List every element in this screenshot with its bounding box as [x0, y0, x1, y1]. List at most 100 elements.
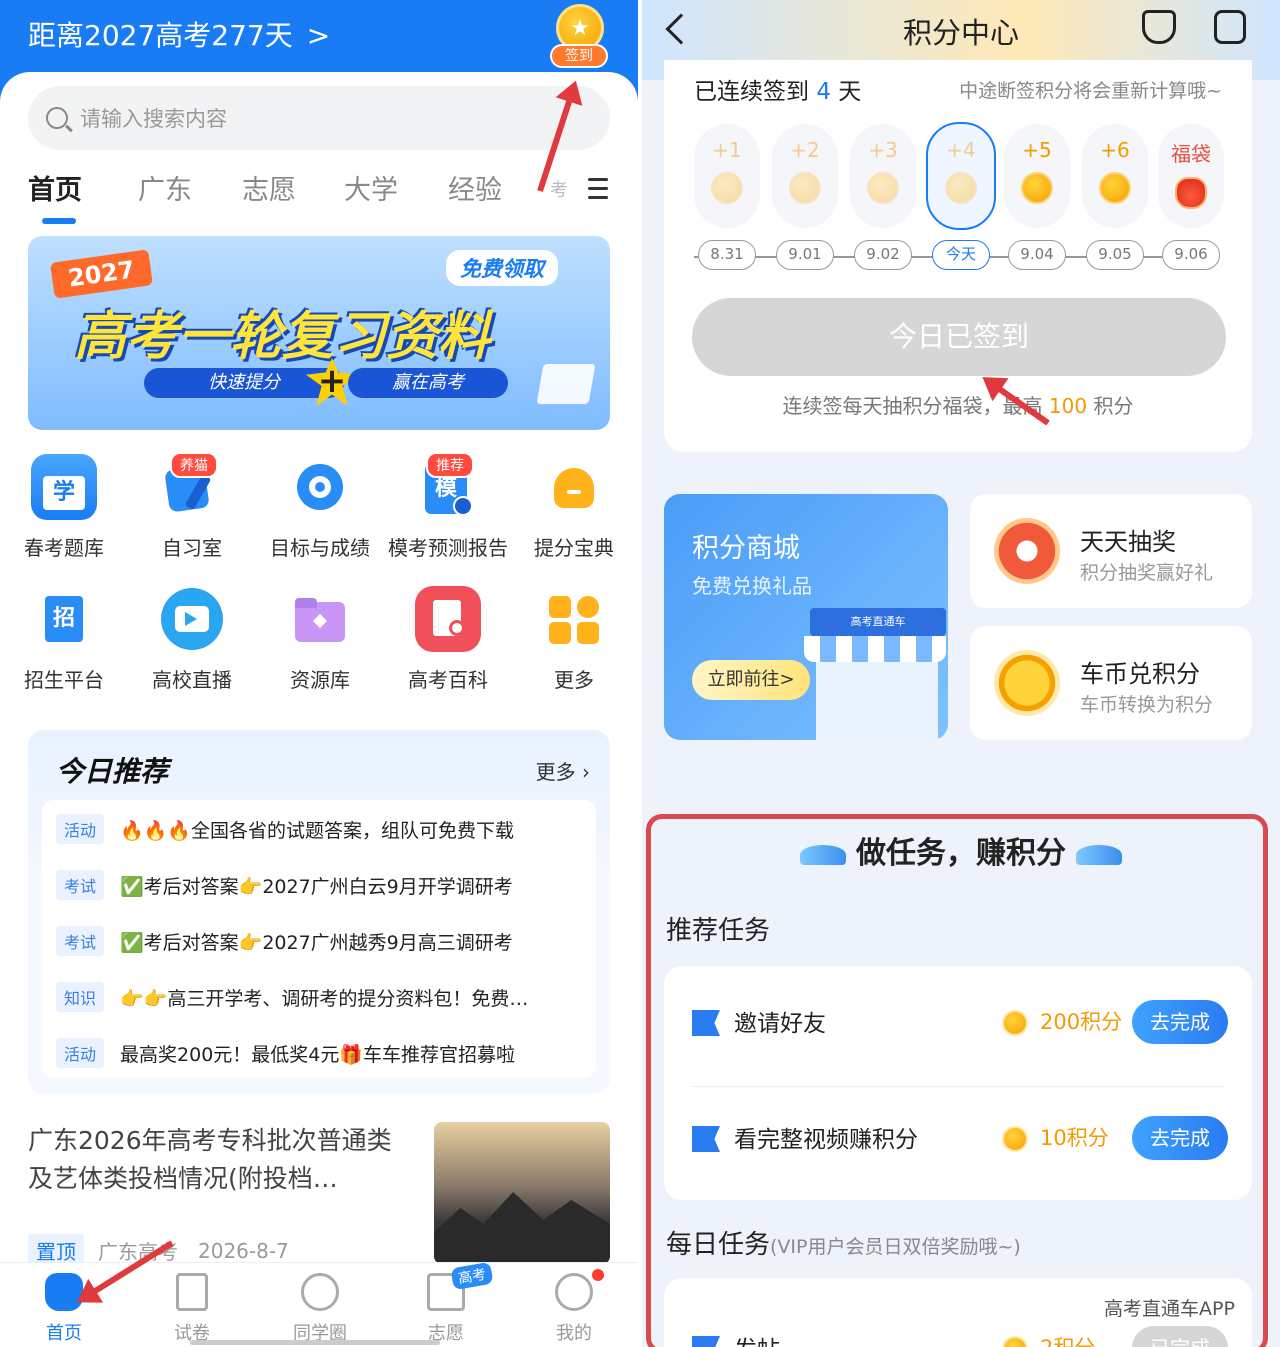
banner-year: 2027: [49, 249, 153, 299]
signin-card: 已连续签到 4 天 中途断签积分将会重新计算哦~ +1 +2 +3 +4 +5 …: [664, 60, 1252, 452]
page-title: 积分中心: [902, 16, 1019, 50]
target-icon: [287, 454, 353, 520]
grid-label: 提分宝典: [534, 536, 614, 560]
search-icon: [46, 107, 68, 129]
streak-hint: 中途断签积分将会重新计算哦~: [959, 80, 1222, 102]
date-pill-today: 今天: [932, 240, 990, 270]
exam-countdown[interactable]: 距离2027高考277天 >: [28, 14, 330, 54]
grid-label: 高考百科: [408, 668, 488, 692]
coin-icon: [711, 172, 743, 204]
more-text: 更多: [535, 760, 576, 784]
grid-item-goals[interactable]: 目标与成绩: [256, 454, 384, 561]
grid-item-mock-report[interactable]: 模 推荐 模考预测报告: [384, 452, 512, 561]
lucky-bag-hint: 连续签每天抽积分福袋，最高 100 积分: [664, 390, 1252, 419]
coin-icon: [1099, 172, 1131, 204]
points-mall-card[interactable]: 积分商城 免费兑换礼品 高考直通车 立即前往>: [664, 494, 948, 740]
day-slot: +6: [1082, 124, 1148, 228]
lucky-prefix: 连续签每天抽积分福袋，最高: [782, 394, 1043, 418]
banner-right-pill: 赢在高考: [348, 368, 508, 398]
grid-label: 自习室: [162, 536, 222, 560]
paper-icon: [176, 1273, 208, 1311]
tab-underline: [42, 218, 76, 224]
recommend-list: 活动 🔥🔥🔥全国各省的试题答案，组队可免费下载 考试 ✅考后对答案👉2027广州白云…: [42, 800, 596, 1078]
grid-label: 目标与成绩: [270, 536, 370, 560]
day-slot: +1: [694, 124, 760, 228]
mall-go-button[interactable]: 立即前往>: [692, 660, 810, 700]
day-points: 福袋: [1171, 142, 1211, 166]
enroll-glyph: 招: [45, 596, 83, 642]
nav-zhiyuan[interactable]: 高考 志愿: [396, 1261, 496, 1345]
star-coin-icon: [994, 650, 1060, 716]
streak-days: 4: [816, 79, 831, 105]
tab-experience[interactable]: 经验: [448, 168, 502, 207]
profile-icon: [555, 1273, 593, 1311]
date-pill: 9.04: [1008, 240, 1066, 270]
list-item[interactable]: 活动 🔥🔥🔥全国各省的试题答案，组队可免费下载: [56, 812, 514, 846]
shield-icon[interactable]: [1142, 10, 1176, 44]
grid-item-live[interactable]: 高校直播: [128, 586, 256, 693]
mall-subtitle: 免费兑换礼品: [692, 574, 812, 598]
tab-exam-partial[interactable]: 考: [550, 176, 568, 202]
list-item[interactable]: 活动 最高奖200元！最低奖4元🎁车车推荐官招募啦: [56, 1036, 515, 1070]
lottery-card[interactable]: 天天抽奖 积分抽奖赢好礼: [970, 494, 1252, 608]
chat-icon: [301, 1273, 339, 1311]
coin-icon: [1021, 172, 1053, 204]
news-date: 2026-8-7: [198, 1238, 289, 1263]
news-title: 广东2026年高考专科批次普通类及艺体类投档情况(附投档…: [28, 1126, 392, 1193]
list-item[interactable]: 知识 👉👉高三开学考、调研考的提分资料包！免费…: [56, 980, 528, 1014]
item-tag: 考试: [56, 926, 105, 956]
day-slot-today: +4: [926, 122, 996, 230]
lottery-title: 天天抽奖: [1080, 528, 1176, 556]
grid-item-tips[interactable]: 提分宝典: [510, 454, 638, 561]
exchange-card[interactable]: 车币兑积分 车币转换为积分: [970, 626, 1252, 740]
day-points: +6: [1100, 138, 1130, 162]
menu-icon[interactable]: [588, 178, 608, 200]
grid-item-resources[interactable]: 资源库: [256, 586, 384, 693]
day-slot: +2: [772, 124, 838, 228]
news-item[interactable]: 广东2026年高考专科批次普通类及艺体类投档情况(附投档… 置顶 广东高考 20…: [28, 1122, 610, 1267]
book-icon: [536, 364, 596, 404]
day-points: +1: [712, 138, 742, 162]
date-pill: 9.06: [1162, 240, 1220, 270]
study-glyph: 学: [43, 476, 85, 510]
coin-icon: [789, 172, 821, 204]
grid-item-study-room[interactable]: 养猫 自习室: [128, 452, 256, 561]
banner-headline: 高考一轮复习资料: [74, 307, 491, 367]
recommend-more-link[interactable]: 更多 ›: [536, 756, 590, 785]
grid-item-enroll[interactable]: 招 招生平台: [0, 586, 128, 693]
day-points: +3: [868, 138, 898, 162]
tab-university[interactable]: 大学: [344, 168, 398, 207]
mall-title: 积分商城: [692, 533, 800, 564]
item-tag: 活动: [56, 814, 105, 844]
notification-dot: [592, 1269, 604, 1281]
tab-zhiyuan[interactable]: 志愿: [242, 168, 296, 207]
nav-papers[interactable]: 试卷: [142, 1273, 242, 1345]
nav-classmates[interactable]: 同学圈: [270, 1273, 370, 1345]
list-item[interactable]: 考试 ✅考后对答案👉2027广州越秀9月高三调研考: [56, 924, 513, 958]
grid-label: 招生平台: [24, 668, 104, 692]
lucky-value: 100: [1048, 394, 1088, 418]
grid-item-spring-bank[interactable]: 学 春考题库: [0, 454, 128, 561]
signed-today-button[interactable]: 今日已签到: [692, 298, 1226, 376]
lottery-subtitle: 积分抽奖赢好礼: [1080, 562, 1214, 584]
points-center-screen: 积分中心 已连续签到 4 天 中途断签积分将会重新计算哦~ +1 +2 +3 +…: [642, 0, 1280, 1347]
tab-home[interactable]: 首页: [28, 168, 82, 207]
nav-label: 我的: [556, 1323, 592, 1344]
lottery-wheel-icon: [994, 518, 1060, 584]
signin-button[interactable]: ★ 签到: [550, 4, 608, 68]
item-text: ✅考后对答案👉2027广州白云9月开学调研考: [120, 875, 513, 898]
grid-item-more[interactable]: 更多: [510, 586, 638, 693]
day-slot-lucky-bag: 福袋: [1158, 124, 1224, 228]
tab-guangdong[interactable]: 广东: [138, 168, 192, 207]
records-icon[interactable]: [1214, 10, 1246, 44]
grid-item-encyclopedia[interactable]: 高考百科: [384, 586, 512, 693]
search-bar[interactable]: 请输入搜索内容: [28, 86, 610, 150]
home-screen: 距离2027高考277天 > ★ 签到 请输入搜索内容 首页 广东 志愿 大学 经…: [0, 0, 638, 1347]
nav-profile[interactable]: 我的: [524, 1269, 624, 1345]
list-item[interactable]: 考试 ✅考后对答案👉2027广州白云9月开学调研考: [56, 868, 513, 902]
item-text: ✅考后对答案👉2027广州越秀9月高三调研考: [120, 931, 513, 954]
coin-icon: [867, 172, 899, 204]
item-text: 🔥🔥🔥全国各省的试题答案，组队可免费下载: [120, 819, 514, 842]
promo-banner[interactable]: 2027 免费领取 高考一轮复习资料 快速提分 + 赢在高考: [28, 236, 610, 430]
more-icon: [541, 586, 607, 652]
